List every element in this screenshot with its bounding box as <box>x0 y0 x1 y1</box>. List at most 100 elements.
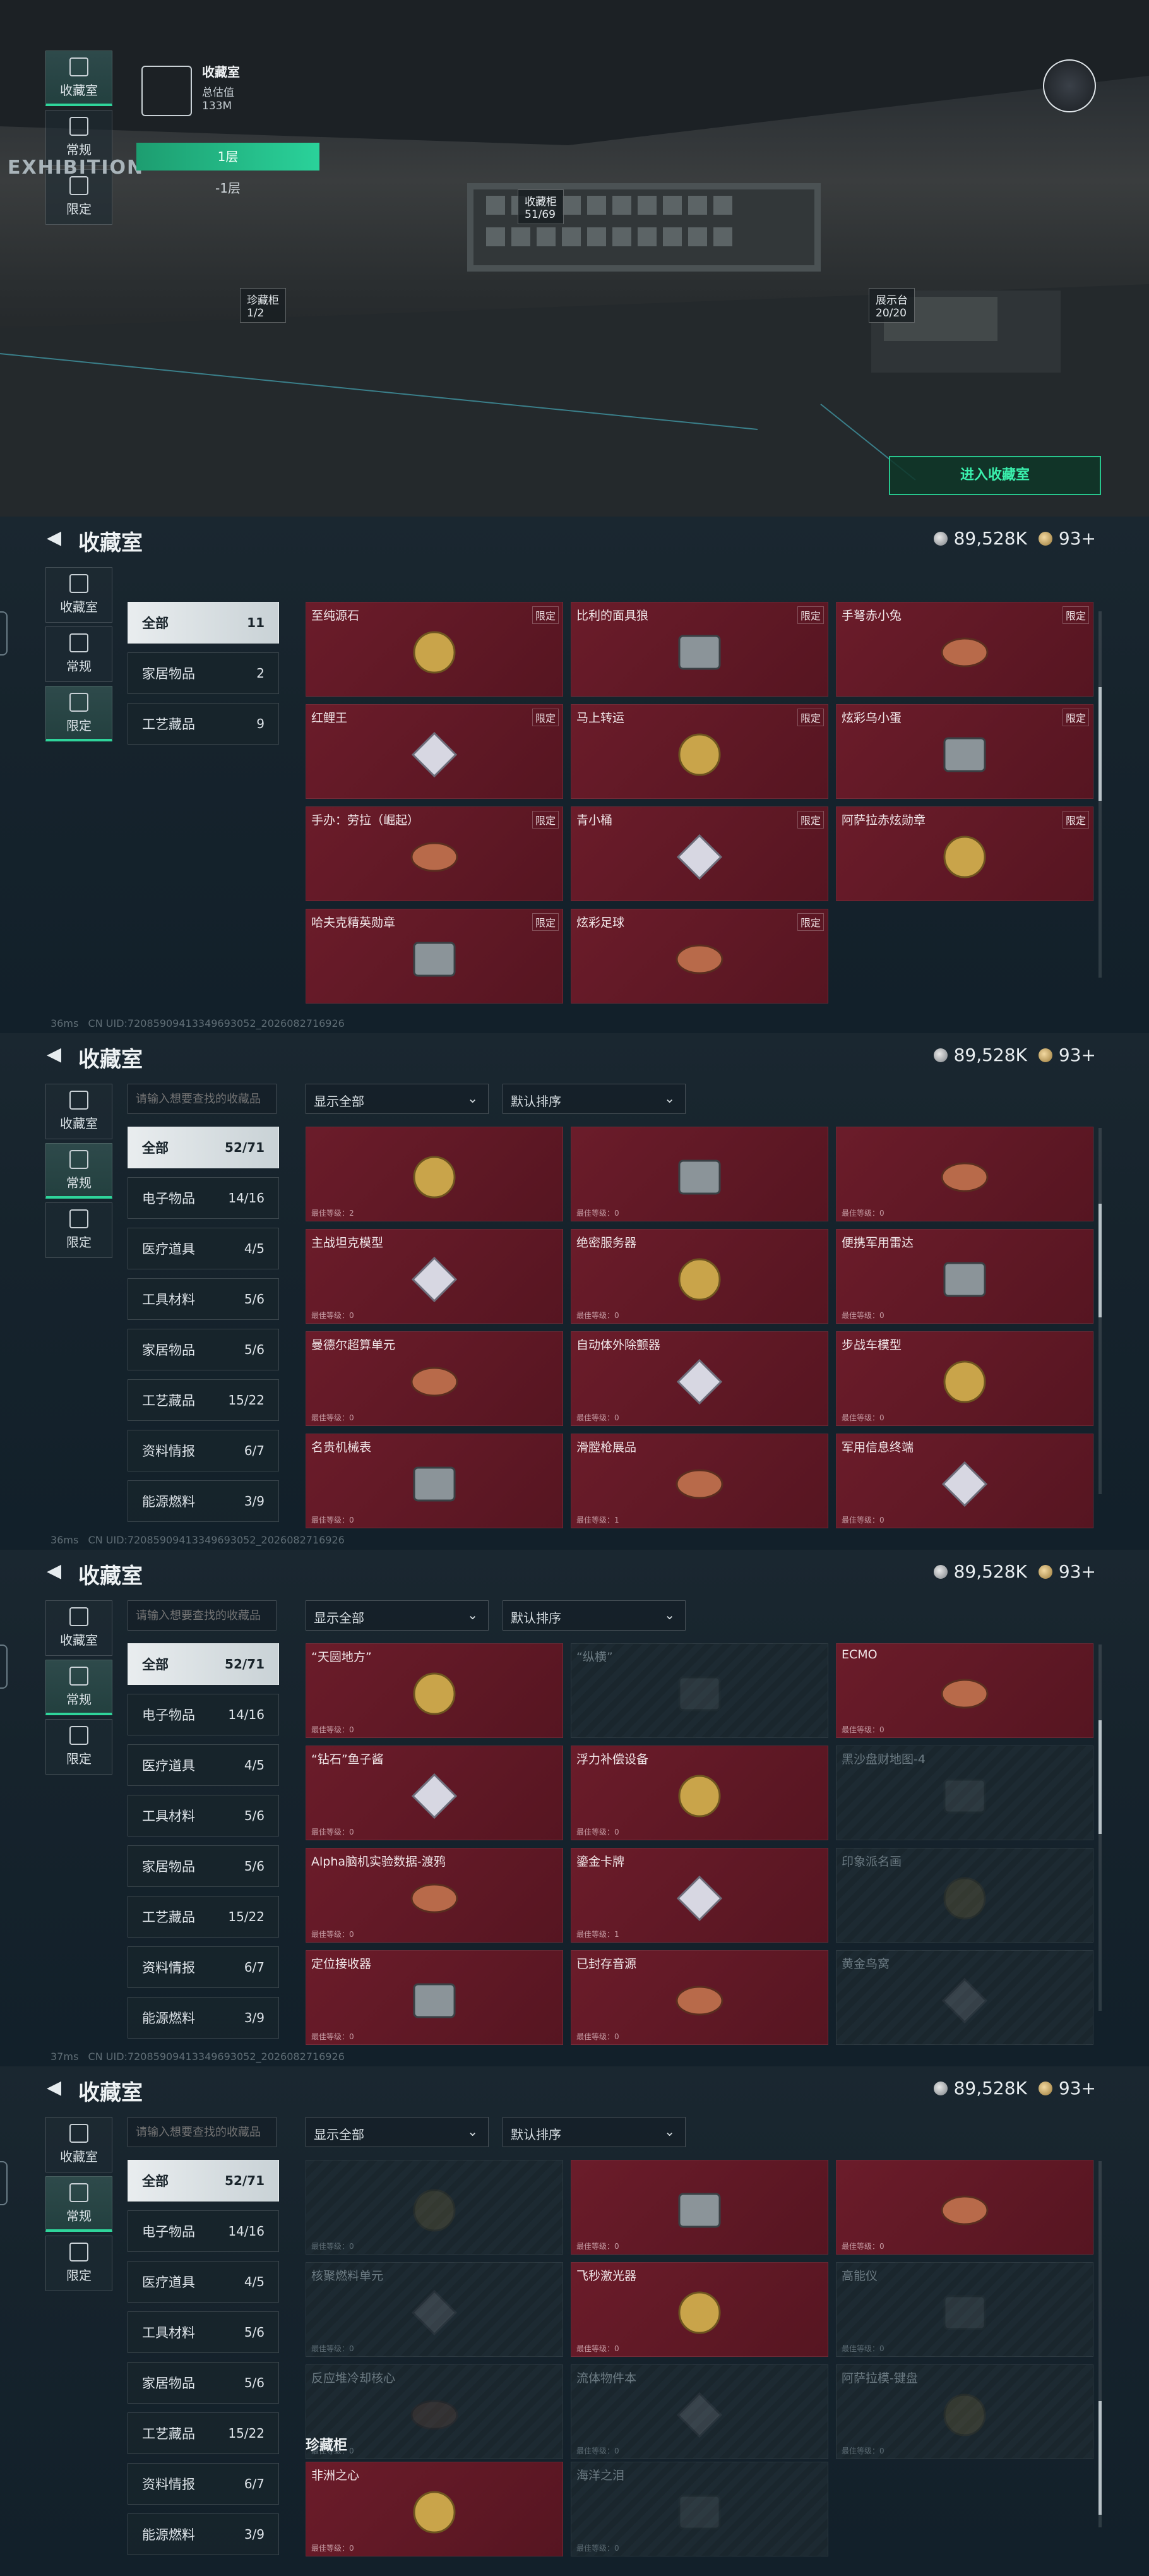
category-item[interactable]: 工艺藏品 15/22 <box>128 1896 279 1938</box>
scroll-thumb[interactable] <box>1098 1720 1102 1834</box>
category-item[interactable]: 医疗道具 4/5 <box>128 1744 279 1786</box>
collection-card[interactable]: 步战车模型 最佳等级：0 <box>836 1331 1093 1426</box>
enter-room-button[interactable]: 进入收藏室 <box>889 456 1101 495</box>
nav-collection-room[interactable]: 收藏室 <box>45 1084 112 1139</box>
search-input[interactable] <box>128 1084 277 1114</box>
nav-limited[interactable]: 限定 <box>45 2236 112 2291</box>
camera-icon[interactable] <box>1043 59 1096 112</box>
category-item[interactable]: 资料情报 6/7 <box>128 2463 279 2505</box>
filter-dropdown[interactable]: 显示全部 ⌄ <box>306 1600 489 1631</box>
collection-card[interactable]: 滑膛枪展品 最佳等级：1 <box>571 1434 828 1528</box>
floor-minus1-button[interactable]: -1层 <box>136 174 319 202</box>
collection-card[interactable]: Alpha脑机实验数据-渡鸦 最佳等级：0 <box>306 1848 563 1943</box>
scroll-thumb[interactable] <box>1098 1204 1102 1317</box>
nav-regular[interactable]: 常规 <box>45 626 112 682</box>
sort-dropdown[interactable]: 默认排序 ⌄ <box>503 2117 686 2147</box>
nav-collection-room[interactable]: 收藏室 <box>45 567 112 623</box>
collection-card[interactable]: 曼德尔超算单元 最佳等级：0 <box>306 1331 563 1426</box>
floor-1-button[interactable]: 1层 <box>136 143 319 171</box>
collection-card[interactable]: 定位接收器 最佳等级：0 <box>306 1950 563 2045</box>
search-input[interactable] <box>128 2117 277 2147</box>
back-icon[interactable]: ◀ <box>47 2078 64 2097</box>
nav-regular[interactable]: 常规 <box>45 2176 112 2232</box>
collection-card[interactable]: 黑沙盘财地图-4 <box>836 1746 1093 1840</box>
display-tag[interactable]: 展示台 20/20 <box>869 288 915 323</box>
category-item[interactable]: 电子物品 14/16 <box>128 1177 279 1219</box>
collection-card[interactable]: 炫彩乌小蛋 限定 <box>836 704 1093 799</box>
category-item[interactable]: 工具材料 5/6 <box>128 1278 279 1320</box>
collection-card[interactable]: 比利的面具狼 限定 <box>571 602 828 697</box>
collection-card[interactable]: 红鲤王 限定 <box>306 704 563 799</box>
nav-regular[interactable]: 常规 <box>45 1143 112 1199</box>
sort-dropdown[interactable]: 默认排序 ⌄ <box>503 1084 686 1114</box>
category-item[interactable]: 资料情报 6/7 <box>128 1430 279 1471</box>
edge-tab[interactable] <box>0 1644 8 1689</box>
collection-card[interactable]: 哈夫克精英勋章 限定 <box>306 909 563 1003</box>
category-item[interactable]: 工艺藏品 9 <box>128 703 279 745</box>
category-item[interactable]: 工具材料 5/6 <box>128 1795 279 1836</box>
collection-card[interactable]: 浮力补偿设备 最佳等级：0 <box>571 1746 828 1840</box>
collection-card[interactable]: 已封存音源 最佳等级：0 <box>571 1950 828 2045</box>
collection-card[interactable]: 最佳等级：2 <box>306 1127 563 1221</box>
category-item[interactable]: 电子物品 14/16 <box>128 2210 279 2252</box>
collection-card[interactable]: 高能仪 最佳等级：0 <box>836 2262 1093 2357</box>
collection-card[interactable]: 非洲之心 最佳等级：0 <box>306 2462 563 2556</box>
collection-card[interactable]: 名贵机械表 最佳等级：0 <box>306 1434 563 1528</box>
sort-dropdown[interactable]: 默认排序 ⌄ <box>503 1600 686 1631</box>
collection-card[interactable]: 阿萨拉赤炫勋章 限定 <box>836 806 1093 901</box>
collection-card[interactable]: 最佳等级：0 <box>306 2160 563 2255</box>
category-item[interactable]: 能源燃料 3/9 <box>128 1480 279 1522</box>
collection-card[interactable]: 最佳等级：0 <box>836 2160 1093 2255</box>
collection-card[interactable]: 绝密服务器 最佳等级：0 <box>571 1229 828 1324</box>
collection-card[interactable]: “纵横” <box>571 1643 828 1738</box>
collection-card[interactable]: 最佳等级：0 <box>571 2160 828 2255</box>
collection-card[interactable]: 马上转运 限定 <box>571 704 828 799</box>
category-item[interactable]: 医疗道具 4/5 <box>128 2261 279 2303</box>
collection-card[interactable]: 手办：劳拉（崛起） 限定 <box>306 806 563 901</box>
collection-card[interactable]: 最佳等级：0 <box>836 1127 1093 1221</box>
category-item[interactable]: 全部 52/71 <box>128 2160 279 2202</box>
category-item[interactable]: 全部 11 <box>128 602 279 644</box>
nav-limited[interactable]: 限定 <box>45 1202 112 1258</box>
collection-card[interactable]: ECMO 最佳等级：0 <box>836 1643 1093 1738</box>
category-item[interactable]: 家居物品 2 <box>128 652 279 694</box>
category-item[interactable]: 电子物品 14/16 <box>128 1694 279 1735</box>
back-icon[interactable]: ◀ <box>47 1562 64 1581</box>
filter-dropdown[interactable]: 显示全部 ⌄ <box>306 2117 489 2147</box>
category-item[interactable]: 家居物品 5/6 <box>128 1845 279 1887</box>
collection-card[interactable]: 飞秒激光器 最佳等级：0 <box>571 2262 828 2357</box>
collection-card[interactable]: 手弩赤小兔 限定 <box>836 602 1093 697</box>
collection-card[interactable]: 印象派名画 <box>836 1848 1093 1943</box>
search-input[interactable] <box>128 1600 277 1631</box>
nav-collection-room[interactable]: 收藏室 <box>45 2117 112 2172</box>
scrollbar[interactable] <box>1098 1128 1102 1494</box>
scroll-thumb[interactable] <box>1098 2401 1102 2515</box>
collection-card[interactable]: 黄金鸟窝 <box>836 1950 1093 2045</box>
scrollbar[interactable] <box>1098 1644 1102 2011</box>
collection-card[interactable]: 青小桶 限定 <box>571 806 828 901</box>
edge-tab[interactable] <box>0 611 8 656</box>
back-icon[interactable]: ◀ <box>47 529 64 548</box>
nav-regular[interactable]: 常规 <box>45 1660 112 1715</box>
treasure-tag[interactable]: 珍藏柜 1/2 <box>240 288 286 323</box>
scrollbar[interactable] <box>1098 2161 1102 2527</box>
category-item[interactable]: 能源燃料 3/9 <box>128 2513 279 2555</box>
nav-limited[interactable]: 限定 <box>45 1719 112 1775</box>
cabinet-tag[interactable]: 收藏柜 51/69 <box>518 189 564 224</box>
scroll-thumb[interactable] <box>1098 687 1102 801</box>
collection-card[interactable]: 阿萨拉模-键盘 最佳等级：0 <box>836 2364 1093 2459</box>
collection-card[interactable]: 流体物件本 最佳等级：0 <box>571 2364 828 2459</box>
category-item[interactable]: 能源燃料 3/9 <box>128 1997 279 2039</box>
edge-tab[interactable] <box>0 2161 8 2205</box>
collection-card[interactable]: 海洋之泪 最佳等级：0 <box>571 2462 828 2556</box>
collection-card[interactable]: 鎏金卡牌 最佳等级：1 <box>571 1848 828 1943</box>
category-item[interactable]: 资料情报 6/7 <box>128 1946 279 1988</box>
category-item[interactable]: 工艺藏品 15/22 <box>128 1379 279 1421</box>
collection-card[interactable]: 核聚燃料单元 最佳等级：0 <box>306 2262 563 2357</box>
collection-card[interactable]: 最佳等级：0 <box>571 1127 828 1221</box>
category-item[interactable]: 全部 52/71 <box>128 1127 279 1168</box>
category-item[interactable]: 家居物品 5/6 <box>128 1329 279 1370</box>
collection-card[interactable]: “天圆地方” 最佳等级：0 <box>306 1643 563 1738</box>
collection-card[interactable]: 自动体外除颤器 最佳等级：0 <box>571 1331 828 1426</box>
category-item[interactable]: 全部 52/71 <box>128 1643 279 1685</box>
